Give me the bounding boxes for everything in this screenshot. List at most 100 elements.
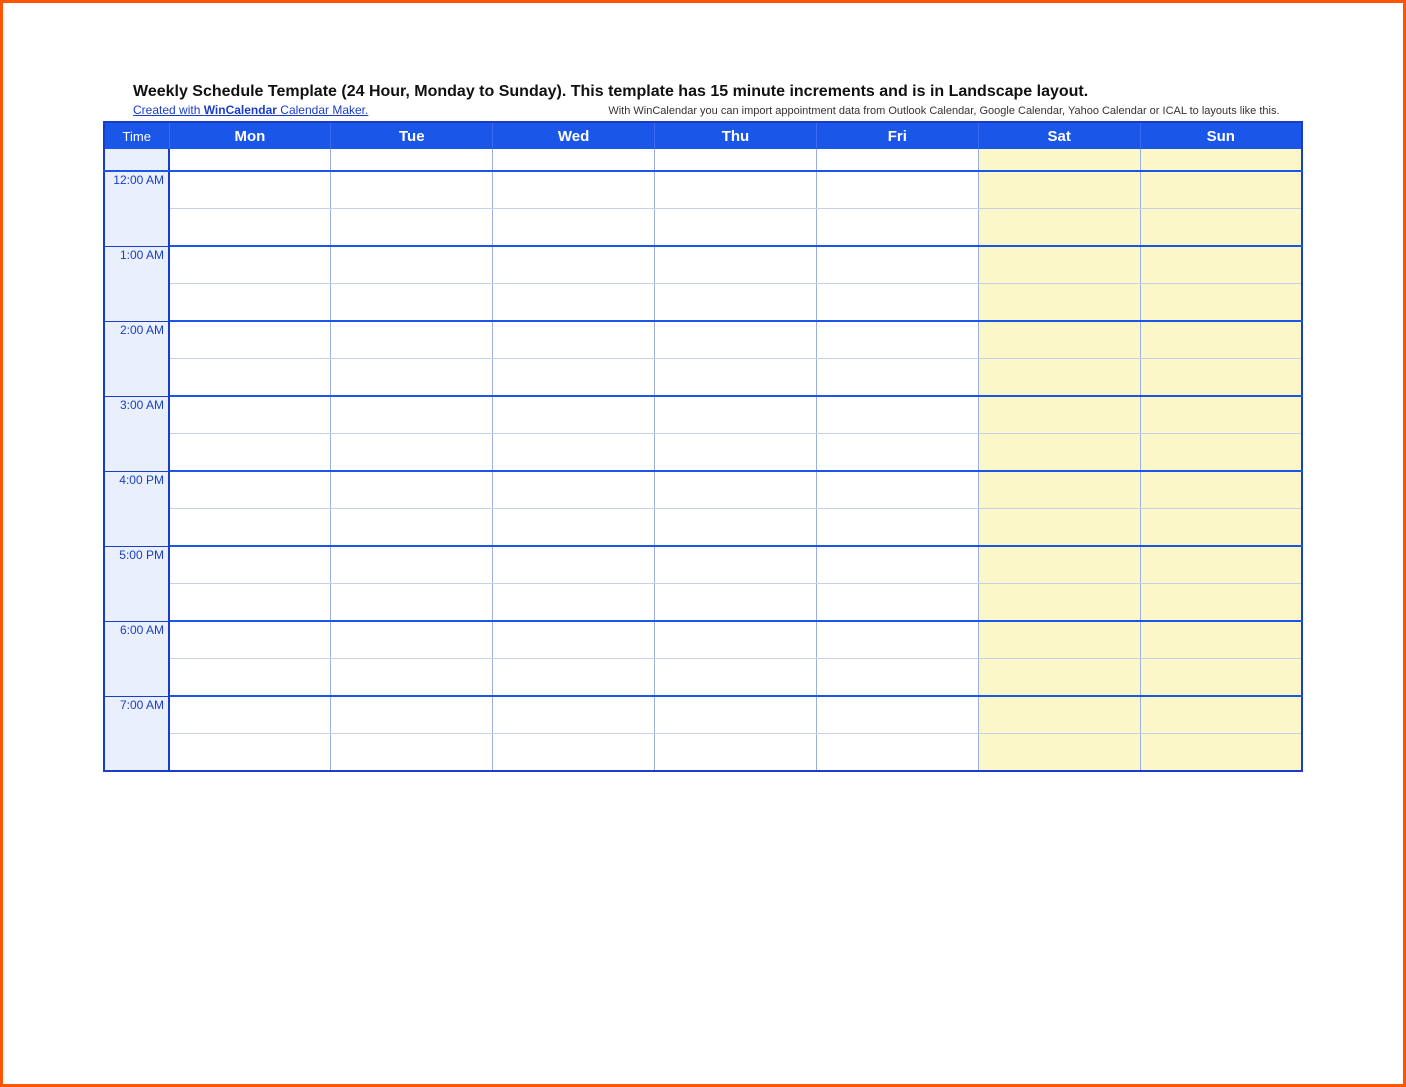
schedule-cell[interactable] <box>655 621 817 659</box>
schedule-cell-weekend[interactable] <box>1140 509 1302 547</box>
schedule-cell[interactable] <box>331 621 493 659</box>
schedule-cell-weekend[interactable] <box>978 171 1140 209</box>
schedule-cell[interactable] <box>655 209 817 247</box>
schedule-cell[interactable] <box>493 321 655 359</box>
schedule-cell-weekend[interactable] <box>978 584 1140 622</box>
schedule-cell[interactable] <box>816 696 978 734</box>
schedule-cell-weekend[interactable] <box>1140 434 1302 472</box>
schedule-cell[interactable] <box>816 359 978 397</box>
schedule-cell[interactable] <box>816 149 978 171</box>
schedule-cell-weekend[interactable] <box>1140 621 1302 659</box>
schedule-cell[interactable] <box>169 434 331 472</box>
schedule-cell[interactable] <box>331 321 493 359</box>
schedule-cell[interactable] <box>331 434 493 472</box>
schedule-cell[interactable] <box>493 546 655 584</box>
schedule-cell-weekend[interactable] <box>978 696 1140 734</box>
schedule-cell[interactable] <box>493 396 655 434</box>
schedule-cell[interactable] <box>655 359 817 397</box>
schedule-cell[interactable] <box>816 434 978 472</box>
schedule-cell-weekend[interactable] <box>978 659 1140 697</box>
schedule-cell[interactable] <box>655 471 817 509</box>
schedule-cell[interactable] <box>816 396 978 434</box>
schedule-cell[interactable] <box>331 246 493 284</box>
schedule-cell[interactable] <box>655 284 817 322</box>
schedule-cell[interactable] <box>331 396 493 434</box>
schedule-cell[interactable] <box>655 509 817 547</box>
schedule-cell[interactable] <box>816 546 978 584</box>
schedule-cell[interactable] <box>331 696 493 734</box>
schedule-cell[interactable] <box>655 584 817 622</box>
schedule-cell[interactable] <box>655 321 817 359</box>
schedule-cell[interactable] <box>169 696 331 734</box>
schedule-cell[interactable] <box>816 659 978 697</box>
schedule-cell[interactable] <box>331 546 493 584</box>
schedule-cell-weekend[interactable] <box>978 621 1140 659</box>
schedule-cell[interactable] <box>816 509 978 547</box>
schedule-cell[interactable] <box>331 359 493 397</box>
schedule-cell[interactable] <box>816 734 978 772</box>
schedule-cell[interactable] <box>169 471 331 509</box>
schedule-cell[interactable] <box>816 209 978 247</box>
schedule-cell-weekend[interactable] <box>978 471 1140 509</box>
schedule-cell-weekend[interactable] <box>978 396 1140 434</box>
schedule-cell[interactable] <box>493 621 655 659</box>
schedule-cell[interactable] <box>816 321 978 359</box>
schedule-cell[interactable] <box>816 471 978 509</box>
schedule-cell[interactable] <box>169 396 331 434</box>
schedule-cell[interactable] <box>331 584 493 622</box>
schedule-cell[interactable] <box>493 696 655 734</box>
schedule-cell[interactable] <box>816 171 978 209</box>
schedule-cell[interactable] <box>493 434 655 472</box>
schedule-cell[interactable] <box>331 284 493 322</box>
schedule-cell[interactable] <box>493 509 655 547</box>
schedule-cell-weekend[interactable] <box>1140 284 1302 322</box>
schedule-cell-weekend[interactable] <box>978 734 1140 772</box>
schedule-cell-weekend[interactable] <box>1140 171 1302 209</box>
schedule-cell-weekend[interactable] <box>978 434 1140 472</box>
schedule-cell[interactable] <box>331 509 493 547</box>
schedule-cell[interactable] <box>169 149 331 171</box>
schedule-cell[interactable] <box>655 149 817 171</box>
schedule-cell-weekend[interactable] <box>1140 734 1302 772</box>
schedule-cell[interactable] <box>816 284 978 322</box>
schedule-cell[interactable] <box>169 209 331 247</box>
schedule-cell[interactable] <box>169 509 331 547</box>
schedule-cell-weekend[interactable] <box>1140 471 1302 509</box>
schedule-cell-weekend[interactable] <box>1140 659 1302 697</box>
schedule-cell-weekend[interactable] <box>1140 396 1302 434</box>
schedule-cell-weekend[interactable] <box>1140 696 1302 734</box>
schedule-cell[interactable] <box>493 659 655 697</box>
schedule-cell[interactable] <box>169 321 331 359</box>
schedule-cell[interactable] <box>169 734 331 772</box>
schedule-cell[interactable] <box>169 171 331 209</box>
schedule-cell[interactable] <box>655 246 817 284</box>
schedule-cell-weekend[interactable] <box>978 359 1140 397</box>
schedule-cell[interactable] <box>493 584 655 622</box>
schedule-cell[interactable] <box>169 621 331 659</box>
schedule-cell[interactable] <box>331 209 493 247</box>
schedule-cell[interactable] <box>655 546 817 584</box>
schedule-cell[interactable] <box>169 359 331 397</box>
schedule-cell[interactable] <box>331 149 493 171</box>
wincalendar-link[interactable]: Created with WinCalendar Calendar Maker. <box>133 103 368 117</box>
schedule-cell-weekend[interactable] <box>978 509 1140 547</box>
schedule-cell[interactable] <box>169 546 331 584</box>
schedule-cell[interactable] <box>655 434 817 472</box>
schedule-cell[interactable] <box>169 584 331 622</box>
schedule-cell[interactable] <box>169 659 331 697</box>
schedule-cell-weekend[interactable] <box>978 546 1140 584</box>
schedule-cell[interactable] <box>816 584 978 622</box>
schedule-cell-weekend[interactable] <box>978 149 1140 171</box>
schedule-cell[interactable] <box>169 284 331 322</box>
schedule-cell[interactable] <box>493 359 655 397</box>
schedule-cell[interactable] <box>816 621 978 659</box>
schedule-cell-weekend[interactable] <box>1140 584 1302 622</box>
schedule-cell-weekend[interactable] <box>978 209 1140 247</box>
schedule-cell[interactable] <box>493 149 655 171</box>
schedule-cell[interactable] <box>655 171 817 209</box>
schedule-cell[interactable] <box>493 284 655 322</box>
schedule-cell-weekend[interactable] <box>1140 359 1302 397</box>
schedule-cell[interactable] <box>493 246 655 284</box>
schedule-cell-weekend[interactable] <box>978 321 1140 359</box>
schedule-cell-weekend[interactable] <box>1140 209 1302 247</box>
